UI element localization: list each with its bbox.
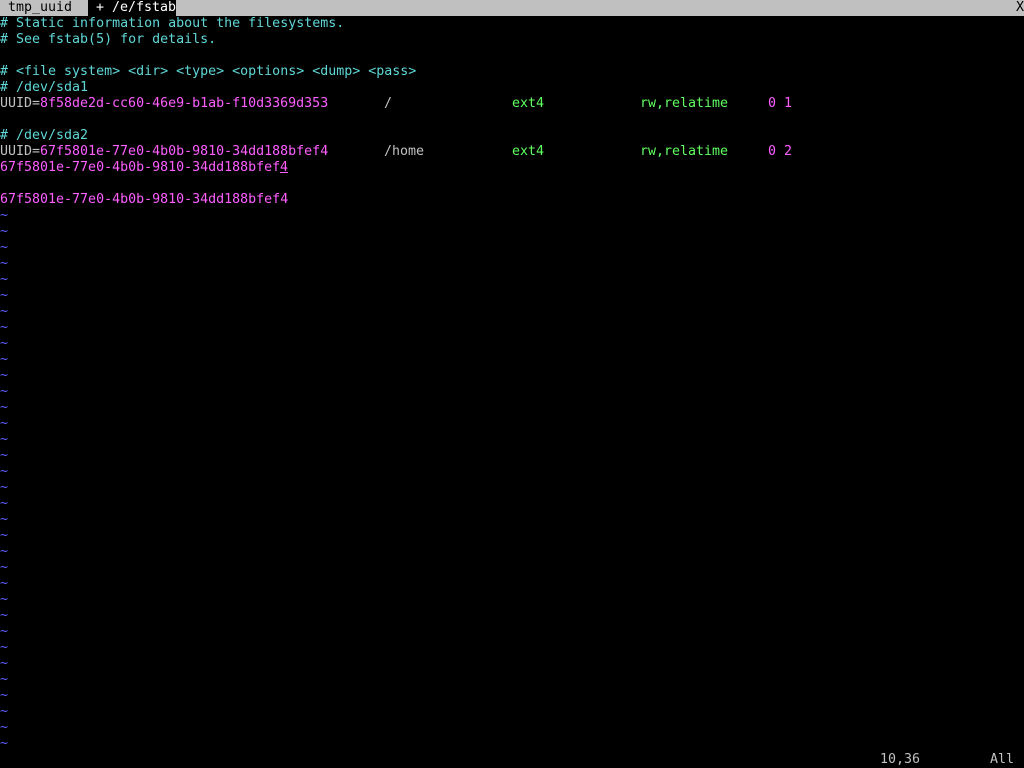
- tilde-marker: ~: [0, 512, 9, 527]
- tilde-marker: ~: [0, 656, 9, 671]
- close-tab-button[interactable]: X: [1016, 0, 1024, 16]
- editor-buffer[interactable]: # Static information about the filesyste…: [0, 16, 1024, 752]
- tilde-marker: ~: [0, 528, 9, 543]
- uuid-key: UUID=: [0, 96, 41, 111]
- tilde-marker: ~: [0, 608, 9, 623]
- uuid-key: UUID=: [0, 144, 41, 159]
- tilde-marker: ~: [0, 320, 9, 335]
- cursor-position: 10,36: [880, 752, 921, 767]
- dump-pass: 0 2: [768, 144, 793, 159]
- buffer-line: 67f5801e-77e0-4b0b-9810-34dd188bfef4: [0, 192, 289, 207]
- tilde-marker: ~: [0, 464, 9, 479]
- tilde-marker: ~: [0, 288, 9, 303]
- tilde-marker: ~: [0, 336, 9, 351]
- tilde-marker: ~: [0, 272, 9, 287]
- tilde-marker: ~: [0, 640, 9, 655]
- scroll-percent: All: [990, 752, 1015, 767]
- uuid-value: 67f5801e-77e0-4b0b-9810-34dd188bfef4: [40, 144, 329, 159]
- buffer-line: # /dev/sda2: [0, 128, 89, 143]
- uuid-text: 67f5801e-77e0-4b0b-9810-34dd188bfef: [0, 160, 281, 175]
- fstab-entry-sda2: UUID= 67f5801e-77e0-4b0b-9810-34dd188bfe…: [0, 144, 1024, 160]
- tilde-marker: ~: [0, 416, 9, 431]
- mount-options: rw,relatime: [640, 96, 729, 111]
- fs-type: ext4: [512, 96, 545, 111]
- text-cursor: 4: [280, 160, 289, 175]
- mount-dir: /: [384, 96, 393, 111]
- mount-dir: /home: [384, 144, 425, 159]
- tilde-marker: ~: [0, 704, 9, 719]
- tab-tmp-uuid[interactable]: tmp_uuid: [0, 0, 88, 16]
- tilde-marker: ~: [0, 544, 9, 559]
- uuid-value: 8f58de2d-cc60-46e9-b1ab-f10d3369d353: [40, 96, 329, 111]
- tilde-marker: ~: [0, 208, 9, 223]
- tilde-marker: ~: [0, 224, 9, 239]
- tilde-marker: ~: [0, 720, 9, 735]
- buffer-line: # <file system> <dir> <type> <options> <…: [0, 64, 417, 79]
- cursor-line: 67f5801e-77e0-4b0b-9810-34dd188bfef 4: [0, 160, 1024, 176]
- dump-pass: 0 1: [768, 96, 793, 111]
- tab-fstab[interactable]: + /e/fstab: [88, 0, 176, 16]
- tilde-marker: ~: [0, 448, 9, 463]
- tilde-marker: ~: [0, 256, 9, 271]
- buffer-line: [0, 112, 1024, 128]
- tilde-marker: ~: [0, 352, 9, 367]
- tilde-marker: ~: [0, 384, 9, 399]
- status-line: 10,36 All: [0, 752, 1024, 768]
- tilde-marker: ~: [0, 368, 9, 383]
- buffer-line: [0, 176, 1024, 192]
- tilde-marker: ~: [0, 432, 9, 447]
- tilde-marker: ~: [0, 736, 9, 751]
- mount-options: rw,relatime: [640, 144, 729, 159]
- tilde-marker: ~: [0, 688, 9, 703]
- buffer-line: [0, 48, 1024, 64]
- buffer-line: # /dev/sda1: [0, 80, 89, 95]
- tilde-marker: ~: [0, 496, 9, 511]
- tilde-marker: ~: [0, 592, 9, 607]
- tilde-marker: ~: [0, 480, 9, 495]
- fs-type: ext4: [512, 144, 545, 159]
- fstab-entry-sda1: UUID= 8f58de2d-cc60-46e9-b1ab-f10d3369d3…: [0, 96, 1024, 112]
- tilde-marker: ~: [0, 240, 9, 255]
- tilde-marker: ~: [0, 672, 9, 687]
- tilde-marker: ~: [0, 400, 9, 415]
- tilde-marker: ~: [0, 624, 9, 639]
- tilde-marker: ~: [0, 576, 9, 591]
- buffer-line: # See fstab(5) for details.: [0, 32, 217, 47]
- tilde-marker: ~: [0, 560, 9, 575]
- tabline: tmp_uuid + /e/fstab X: [0, 0, 1024, 16]
- buffer-line: # Static information about the filesyste…: [0, 16, 345, 31]
- tilde-marker: ~: [0, 304, 9, 319]
